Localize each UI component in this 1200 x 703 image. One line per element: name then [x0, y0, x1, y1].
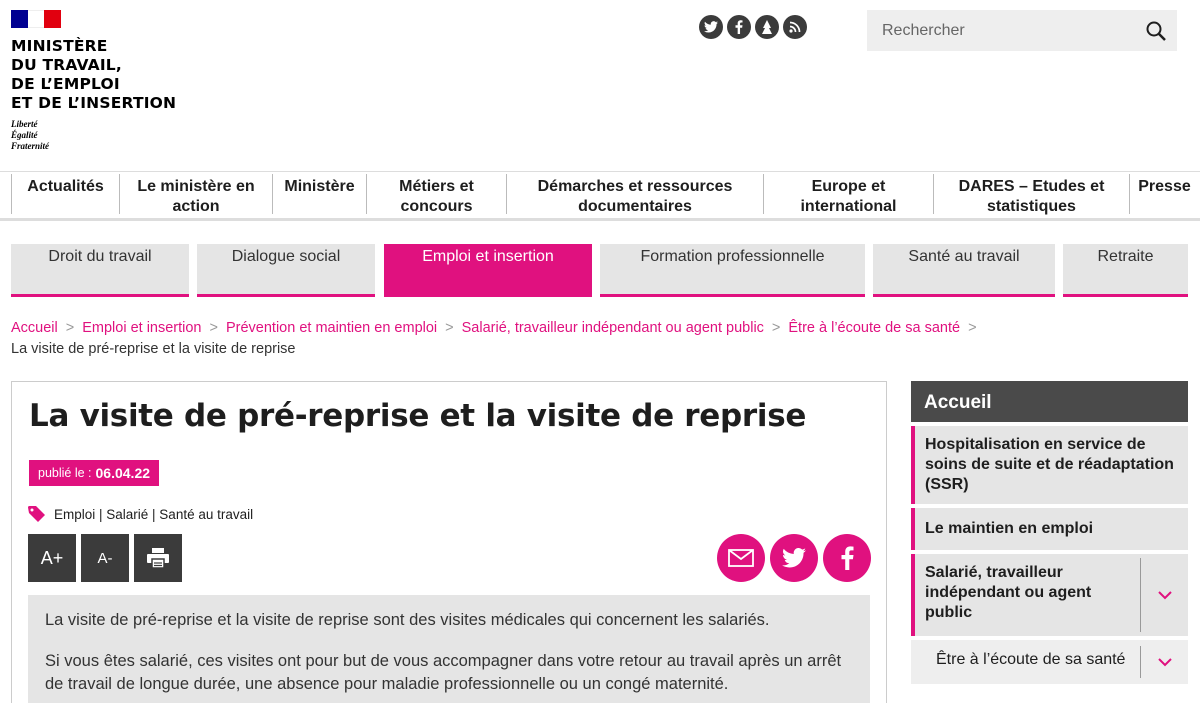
breadcrumb-link-sante[interactable]: Être à l’écoute de sa santé [788, 320, 960, 336]
page-title: La visite de pré-reprise et la visite de… [29, 398, 807, 434]
sidebar-subitem-sante[interactable]: Être à l’écoute de sa santé [911, 640, 1188, 684]
facebook-icon[interactable] [727, 15, 751, 39]
share-email-button[interactable] [717, 534, 765, 582]
nav-item-ministere[interactable]: Ministère [272, 174, 366, 214]
published-date: 06.04.22 [95, 465, 151, 481]
article: La visite de pré-reprise et la visite de… [11, 381, 887, 703]
republic-motto: Liberté Égalité Fraternité [11, 119, 50, 151]
sidebar-item-maintien-emploi[interactable]: Le maintien en emploi [911, 508, 1188, 550]
text-tools: A+ A- [28, 534, 182, 582]
tab-dialogue-social[interactable]: Dialogue social [197, 244, 375, 297]
sidebar-item-hospitalisation[interactable]: Hospitalisation en service de soins de s… [911, 426, 1188, 504]
chevron-right-icon: > [65, 320, 75, 336]
tab-droit-du-travail[interactable]: Droit du travail [11, 244, 189, 297]
increase-font-button[interactable]: A+ [28, 534, 76, 582]
print-icon [147, 548, 169, 568]
share-facebook-button[interactable] [823, 534, 871, 582]
sidebar-subitem-label: Être à l’écoute de sa santé [936, 651, 1126, 668]
breadcrumb-link-prevention[interactable]: Prévention et maintien en emploi [226, 320, 437, 336]
nav-item-presse[interactable]: Presse [1129, 174, 1199, 214]
ministry-logo[interactable]: MINISTÈRE DU TRAVAIL, DE L’EMPLOI ET DE … [11, 10, 211, 152]
article-intro: La visite de pré-reprise et la visite de… [28, 595, 870, 703]
chevron-down-icon[interactable] [1140, 558, 1188, 632]
tags-text: Emploi | Salarié | Santé au travail [54, 506, 254, 522]
twitter-icon [782, 548, 806, 568]
published-label: publié le : [38, 466, 92, 480]
nav-item-demarches-ressources[interactable]: Démarches et ressources documentaires [506, 174, 763, 215]
sidebar-item-label: Salarié, travailleur indépendant ou agen… [925, 564, 1092, 621]
search-icon[interactable] [1145, 20, 1167, 42]
publication-date-badge: publié le :06.04.22 [29, 460, 160, 486]
twitter-icon[interactable] [699, 15, 723, 39]
article-tags: Emploi | Salarié | Santé au travail [28, 506, 253, 522]
tag-icon [28, 506, 45, 522]
ministry-name: MINISTÈRE DU TRAVAIL, DE L’EMPLOI ET DE … [11, 37, 177, 112]
search-input[interactable] [882, 21, 1132, 40]
tab-emploi-insertion[interactable]: Emploi et insertion [384, 244, 592, 297]
tab-formation-professionnelle[interactable]: Formation professionnelle [600, 244, 865, 297]
chevron-right-icon: > [968, 320, 977, 336]
nav-item-metiers-concours[interactable]: Métiers et concours [366, 174, 506, 215]
main-navigation: Actualités Le ministère en action Minist… [0, 171, 1200, 221]
share-buttons [717, 534, 871, 582]
search-bar [867, 10, 1177, 51]
chevron-down-icon[interactable] [1140, 646, 1188, 678]
rss-icon[interactable] [783, 15, 807, 39]
tab-sante-au-travail[interactable]: Santé au travail [873, 244, 1055, 297]
print-button[interactable] [134, 534, 182, 582]
breadcrumb-link-emploi[interactable]: Emploi et insertion [82, 320, 201, 336]
breadcrumb: Accueil > Emploi et insertion > Prévention e… [11, 318, 1191, 360]
sidebar-item-salarie[interactable]: Salarié, travailleur indépendant ou agen… [911, 554, 1188, 636]
share-twitter-button[interactable] [770, 534, 818, 582]
breadcrumb-link-salarie[interactable]: Salarié, travailleur indépendant ou agen… [462, 320, 764, 336]
decrease-font-button[interactable]: A- [81, 534, 129, 582]
sidebar-head-accueil[interactable]: Accueil [911, 381, 1188, 422]
chevron-right-icon: > [209, 320, 218, 336]
intro-paragraph: La visite de pré-reprise et la visite de… [45, 611, 770, 629]
intro-paragraph: Si vous êtes salarié, ces visites ont po… [45, 652, 842, 693]
chevron-right-icon: > [445, 320, 454, 336]
nav-item-actualites[interactable]: Actualités [11, 174, 119, 214]
facebook-icon [841, 546, 853, 570]
flickr-icon[interactable] [755, 15, 779, 39]
marianne-flag-icon [11, 10, 62, 28]
chevron-right-icon: > [771, 320, 781, 336]
nav-item-dares[interactable]: DARES – Etudes et statistiques [933, 174, 1129, 215]
sidebar-menu: Accueil Hospitalisation en service de so… [911, 381, 1188, 684]
social-links [699, 15, 807, 39]
nav-item-ministere-en-action[interactable]: Le ministère en action [119, 174, 272, 215]
email-icon [728, 549, 754, 567]
breadcrumb-current: La visite de pré-reprise et la visite de… [11, 341, 296, 357]
nav-item-europe-international[interactable]: Europe et international [763, 174, 933, 215]
tab-retraite[interactable]: Retraite [1063, 244, 1188, 297]
breadcrumb-link-accueil[interactable]: Accueil [11, 320, 58, 336]
